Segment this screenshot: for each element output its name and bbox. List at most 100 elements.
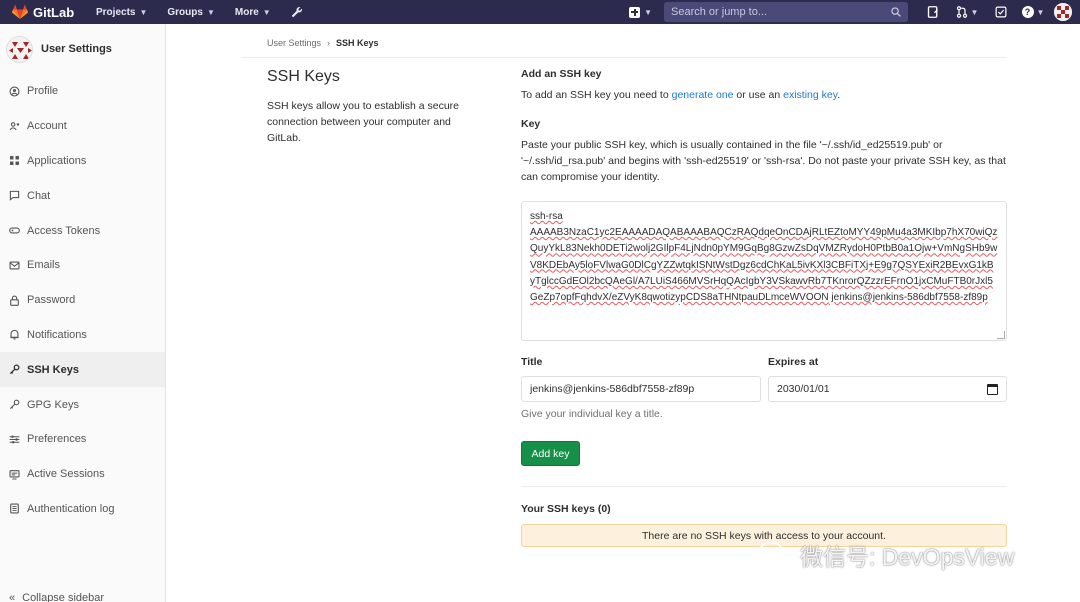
sidebar-item-preferences[interactable]: Preferences bbox=[0, 422, 165, 457]
sidebar-item-label: Preferences bbox=[27, 433, 87, 446]
sidebar-item-gpg-keys[interactable]: GPG Keys bbox=[0, 387, 165, 422]
admin-area-link[interactable] bbox=[281, 0, 313, 24]
chevron-down-icon: ▼ bbox=[139, 7, 148, 17]
bell-icon bbox=[9, 329, 20, 340]
add-key-label: Add key bbox=[531, 447, 570, 460]
sidebar-item-access-tokens[interactable]: Access Tokens bbox=[0, 213, 165, 248]
gitlab-logo-icon bbox=[12, 5, 28, 19]
breadcrumb: User Settings › SSH Keys bbox=[267, 38, 379, 48]
generate-one-link[interactable]: generate one bbox=[672, 89, 734, 101]
nav-projects-menu[interactable]: Projects ▼ bbox=[86, 0, 157, 24]
add-key-button[interactable]: Add key bbox=[521, 441, 580, 466]
settings-sidebar: User Settings Profile Account Applicatio… bbox=[0, 24, 166, 602]
issues-link[interactable] bbox=[918, 6, 948, 18]
double-chevron-left-icon: « bbox=[9, 592, 16, 602]
breadcrumb-separator: › bbox=[327, 38, 331, 48]
chevron-down-icon: ▼ bbox=[206, 7, 215, 17]
chevron-down-icon: ▼ bbox=[262, 7, 271, 17]
help-dropdown[interactable]: ? ▼ bbox=[1016, 6, 1050, 18]
sidebar-item-label: GPG Keys bbox=[27, 398, 79, 411]
sidebar-item-ssh-keys[interactable]: SSH Keys bbox=[0, 352, 165, 388]
chevron-down-icon: ▼ bbox=[970, 7, 979, 17]
account-icon bbox=[9, 121, 20, 132]
search-input[interactable]: Search or jump to... bbox=[664, 2, 908, 22]
sidebar-item-label: Emails bbox=[27, 259, 61, 272]
key-label: Key bbox=[521, 118, 541, 130]
sidebar-item-label: Applications bbox=[27, 154, 87, 167]
form-help-prefix: To add an SSH key you need to bbox=[521, 89, 672, 101]
nav-more-label: More bbox=[234, 6, 259, 18]
ssh-keys-list-heading: Your SSH keys (0) bbox=[521, 503, 611, 515]
existing-key-link[interactable]: existing key bbox=[783, 89, 837, 101]
key-help-text: Paste your public SSH key, which is usua… bbox=[521, 139, 1006, 183]
todos-link[interactable] bbox=[986, 6, 1016, 18]
sidebar-item-authentication-log[interactable]: Authentication log bbox=[0, 492, 165, 527]
sidebar-item-label: Password bbox=[27, 294, 76, 307]
sidebar-item-chat[interactable]: Chat bbox=[0, 178, 165, 213]
sidebar-item-active-sessions[interactable]: Active Sessions bbox=[0, 457, 165, 492]
nav-more-menu[interactable]: More ▼ bbox=[225, 0, 281, 24]
title-input[interactable]: jenkins@jenkins-586dbf7558-zf89p bbox=[521, 376, 761, 402]
new-item-dropdown[interactable]: ▼ bbox=[629, 6, 652, 18]
sidebar-item-notifications[interactable]: Notifications bbox=[0, 318, 165, 353]
form-help-mid: or use an bbox=[733, 89, 784, 101]
identicon-icon bbox=[1054, 3, 1072, 21]
key-textarea[interactable]: ssh-rsa AAAAB3NzaC1yc2EAAAADAQABAAABAQCz… bbox=[521, 201, 1007, 341]
form-heading: Add an SSH key bbox=[521, 68, 602, 80]
key-value-type: ssh-rsa bbox=[530, 211, 563, 222]
calendar-icon[interactable] bbox=[987, 384, 998, 395]
sidebar-item-account[interactable]: Account bbox=[0, 109, 165, 144]
merge-requests-link[interactable]: ▼ bbox=[948, 6, 986, 18]
expires-date-input[interactable]: 2030/01/01 bbox=[768, 376, 1007, 402]
monitor-icon bbox=[9, 469, 20, 480]
sidebar-item-label: Access Tokens bbox=[27, 224, 101, 237]
sidebar-item-applications[interactable]: Applications bbox=[0, 144, 165, 179]
sidebar-item-label: Authentication log bbox=[27, 502, 115, 515]
sidebar-item-label: Chat bbox=[27, 189, 51, 202]
sidebar-title: User Settings bbox=[41, 43, 112, 55]
key-icon bbox=[9, 364, 20, 375]
identicon-icon bbox=[7, 36, 32, 62]
search-icon bbox=[891, 7, 901, 17]
search-placeholder: Search or jump to... bbox=[671, 6, 767, 18]
title-label: Title bbox=[521, 356, 543, 368]
nav-groups-label: Groups bbox=[167, 6, 203, 18]
log-icon bbox=[9, 503, 20, 514]
nav-groups-menu[interactable]: Groups ▼ bbox=[157, 0, 224, 24]
sidebar-item-password[interactable]: Password bbox=[0, 283, 165, 318]
divider bbox=[241, 57, 1007, 58]
gitlab-home-link[interactable]: GitLab bbox=[12, 5, 86, 20]
expires-input-value: 2030/01/01 bbox=[777, 383, 830, 395]
add-ssh-key-form: Add an SSH key To add an SSH key you nee… bbox=[521, 68, 1007, 547]
todo-icon bbox=[995, 6, 1007, 18]
top-navbar: GitLab Projects ▼ Groups ▼ More ▼ ▼ Sear… bbox=[0, 0, 1080, 24]
key-value-comment: jenkins@jenkins-586dbf7558-zf89p bbox=[828, 292, 988, 304]
breadcrumb-current[interactable]: SSH Keys bbox=[336, 38, 379, 48]
collapse-sidebar-button[interactable]: « Collapse sidebar bbox=[9, 592, 104, 602]
form-help: To add an SSH key you need to generate o… bbox=[521, 87, 1007, 103]
form-help-suffix: . bbox=[837, 89, 841, 101]
chevron-down-icon: ▼ bbox=[1036, 7, 1045, 17]
wechat-logo-icon bbox=[758, 541, 791, 568]
intro-section: SSH Keys SSH keys allow you to establish… bbox=[267, 68, 482, 146]
sidebar-header[interactable]: User Settings bbox=[0, 24, 165, 74]
user-avatar[interactable] bbox=[1054, 3, 1072, 21]
divider bbox=[521, 486, 1007, 487]
nav-projects-label: Projects bbox=[96, 6, 136, 18]
issues-icon bbox=[927, 6, 938, 18]
collapse-sidebar-label: Collapse sidebar bbox=[22, 592, 105, 602]
wrench-icon bbox=[291, 6, 302, 17]
sidebar-item-label: Active Sessions bbox=[27, 468, 105, 481]
chevron-down-icon: ▼ bbox=[644, 7, 652, 17]
applications-icon bbox=[9, 155, 20, 166]
resize-handle-icon[interactable] bbox=[997, 331, 1005, 339]
wechat-watermark: 微信号: DevOpsView bbox=[758, 538, 1014, 572]
help-icon: ? bbox=[1021, 6, 1034, 18]
breadcrumb-parent-link[interactable]: User Settings bbox=[267, 38, 321, 48]
plus-square-icon bbox=[629, 6, 641, 18]
sidebar-item-emails[interactable]: Emails bbox=[0, 248, 165, 283]
token-icon bbox=[9, 225, 20, 236]
merge-request-icon bbox=[956, 6, 967, 18]
title-input-value: jenkins@jenkins-586dbf7558-zf89p bbox=[530, 383, 695, 395]
sidebar-item-profile[interactable]: Profile bbox=[0, 74, 165, 109]
